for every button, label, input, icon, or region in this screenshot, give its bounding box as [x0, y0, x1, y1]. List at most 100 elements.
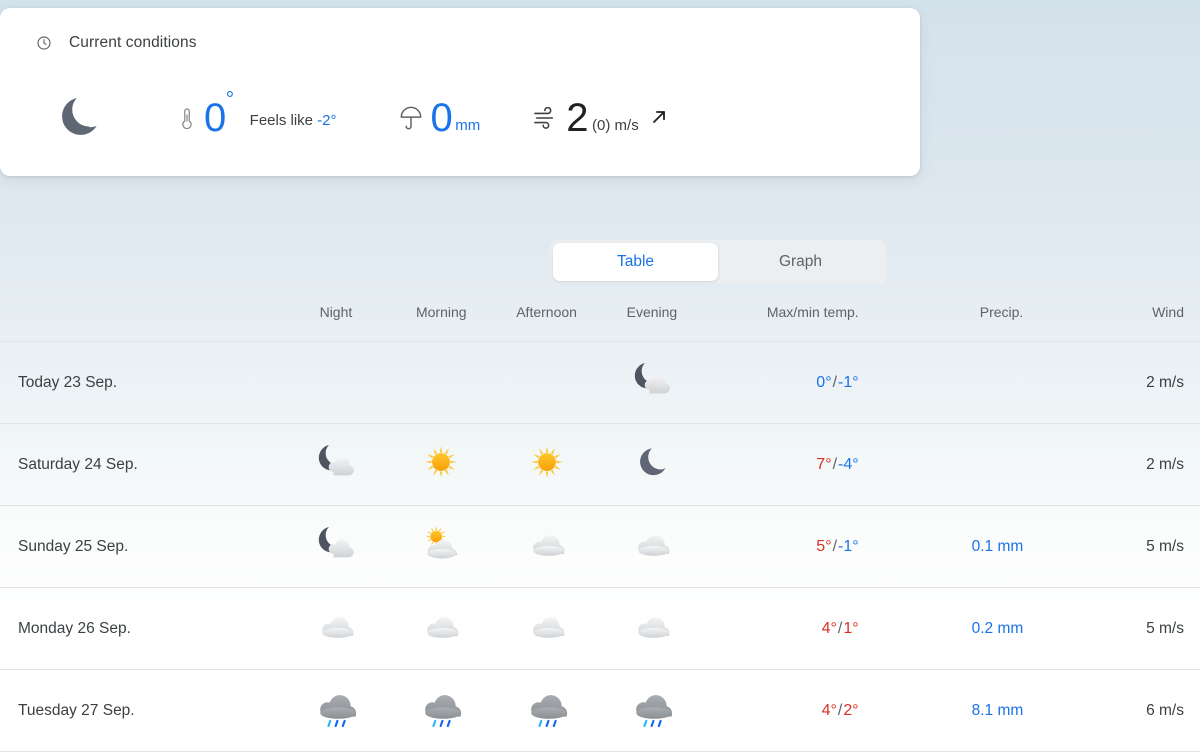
cell-night [283, 685, 388, 736]
forecast-table: Night Morning Afternoon Evening Max/min … [0, 304, 1200, 752]
tab-graph[interactable]: Graph [718, 243, 883, 281]
cell-wind: 6 m/s [1146, 701, 1184, 719]
current-wind-gust-unit: (0) m/s [592, 116, 639, 134]
header-evening: Evening [626, 304, 678, 320]
partly-cloudy-night-icon [313, 440, 359, 489]
cell-evening [599, 442, 704, 487]
table-row[interactable]: Today 23 Sep. 0°/-1° 2 m/s [0, 342, 1200, 424]
cell-wind: 5 m/s [1146, 537, 1184, 555]
row-day-label: Saturday 24 Sep. [18, 455, 138, 473]
header-morning: Morning [415, 304, 467, 320]
row-day-label: Sunday 25 Sep. [18, 537, 129, 555]
temp-min: 2° [843, 701, 859, 719]
temp-max: 4° [821, 619, 837, 637]
header-wind: Wind [1152, 304, 1184, 320]
row-day-label: Monday 26 Sep. [18, 619, 131, 637]
arrow-northeast-icon [649, 103, 669, 132]
temp-separator: / [832, 455, 838, 473]
cell-precipitation: 0.1 mm [971, 537, 1024, 555]
cell-night [283, 440, 388, 489]
table-row[interactable]: Tuesday 27 Sep. 4°/2° 8.1 mm 6 m/s [0, 670, 1200, 752]
clear-night-icon [632, 442, 672, 487]
current-conditions-label: Current conditions [69, 34, 197, 51]
cell-morning [389, 440, 494, 489]
cell-temperature: 5°/-1° [705, 538, 891, 556]
current-wind-metric: 2 (0) m/s [532, 98, 668, 138]
forecast-rows: Today 23 Sep. 0°/-1° 2 m/s Saturday 24 Sep… [0, 342, 1200, 752]
cell-temperature: 4°/1° [705, 620, 891, 638]
row-day-label: Tuesday 27 Sep. [18, 701, 135, 719]
cell-morning [389, 522, 494, 571]
moon-clear-icon [36, 91, 122, 145]
temp-max: 0° [816, 373, 832, 391]
temp-min: -1° [838, 537, 859, 555]
current-precipitation-value: 0 [430, 95, 453, 140]
cloudy-icon [525, 524, 569, 569]
cell-evening [599, 524, 704, 569]
feels-like: Feels like -2° [250, 106, 337, 129]
sunny-icon [419, 440, 463, 489]
cell-morning [389, 606, 494, 651]
cell-precipitation: 8.1 mm [971, 701, 1024, 719]
temp-min: -1° [838, 373, 859, 391]
rain-icon [524, 685, 570, 736]
temp-separator: / [837, 619, 843, 637]
cell-night [283, 606, 388, 651]
header-temp: Max/min temp. [766, 304, 859, 320]
cell-morning [389, 685, 494, 736]
current-temperature-value: 0° [204, 89, 234, 140]
umbrella-icon [399, 105, 423, 131]
current-wind-value: 2 [566, 95, 589, 140]
header-precip: Precip. [979, 304, 1024, 320]
cell-temperature: 4°/2° [705, 702, 891, 720]
feels-like-value: -2° [317, 112, 337, 129]
thermometer-icon [178, 105, 196, 131]
degree-symbol: ° [225, 88, 234, 112]
header-afternoon: Afternoon [516, 304, 577, 320]
cell-night [283, 522, 388, 571]
clock-icon [36, 35, 52, 51]
current-conditions-card: Current conditions 0° Feels like -2° 0 m… [0, 8, 920, 176]
cloudy-icon [630, 524, 674, 569]
cell-evening [599, 606, 704, 651]
table-row[interactable]: Sunday 25 Sep. 5°/-1° 0.1 mm 5 m/s [0, 506, 1200, 588]
current-temperature-metric: 0° Feels like -2° [178, 89, 337, 140]
view-switcher[interactable]: Table Graph [550, 240, 886, 284]
sunny-icon [525, 440, 569, 489]
cell-temperature: 7°/-4° [705, 456, 891, 474]
cell-evening [599, 685, 704, 736]
cell-afternoon [494, 685, 599, 736]
temp-separator: / [832, 373, 838, 391]
partly-cloudy-night-icon [629, 358, 675, 407]
temp-separator: / [832, 537, 838, 555]
cell-afternoon [494, 524, 599, 569]
cloudy-icon [525, 606, 569, 651]
partly-cloudy-night-icon [313, 522, 359, 571]
tab-table[interactable]: Table [553, 243, 718, 281]
table-row[interactable]: Monday 26 Sep. 4°/1° 0.2 mm 5 m/s [0, 588, 1200, 670]
temp-min: 1° [843, 619, 859, 637]
current-temperature-number: 0 [204, 95, 226, 140]
rain-icon [629, 685, 675, 736]
table-header-row: Night Morning Afternoon Evening Max/min … [0, 304, 1200, 342]
current-conditions-metrics: 0° Feels like -2° 0 mm 2 (0) m/s [36, 80, 900, 155]
temp-max: 5° [816, 537, 832, 555]
cell-afternoon [494, 440, 599, 489]
cell-afternoon [494, 606, 599, 651]
temp-min: -4° [838, 455, 859, 473]
cell-wind: 2 m/s [1146, 455, 1184, 473]
cloudy-icon [419, 606, 463, 651]
cell-wind: 5 m/s [1146, 619, 1184, 637]
cell-evening [599, 358, 704, 407]
current-precipitation-metric: 0 mm [399, 95, 481, 140]
temp-separator: / [837, 701, 843, 719]
rain-icon [313, 685, 359, 736]
wind-icon [532, 106, 558, 129]
feels-like-label: Feels like [249, 112, 314, 129]
row-day-label: Today 23 Sep. [18, 373, 118, 391]
table-row[interactable]: Saturday 24 Sep. 7°/-4° 2 m/s [0, 424, 1200, 506]
current-precipitation-unit: mm [455, 116, 481, 134]
cell-wind: 2 m/s [1146, 373, 1184, 391]
rain-icon [418, 685, 464, 736]
cell-temperature: 0°/-1° [705, 374, 891, 392]
